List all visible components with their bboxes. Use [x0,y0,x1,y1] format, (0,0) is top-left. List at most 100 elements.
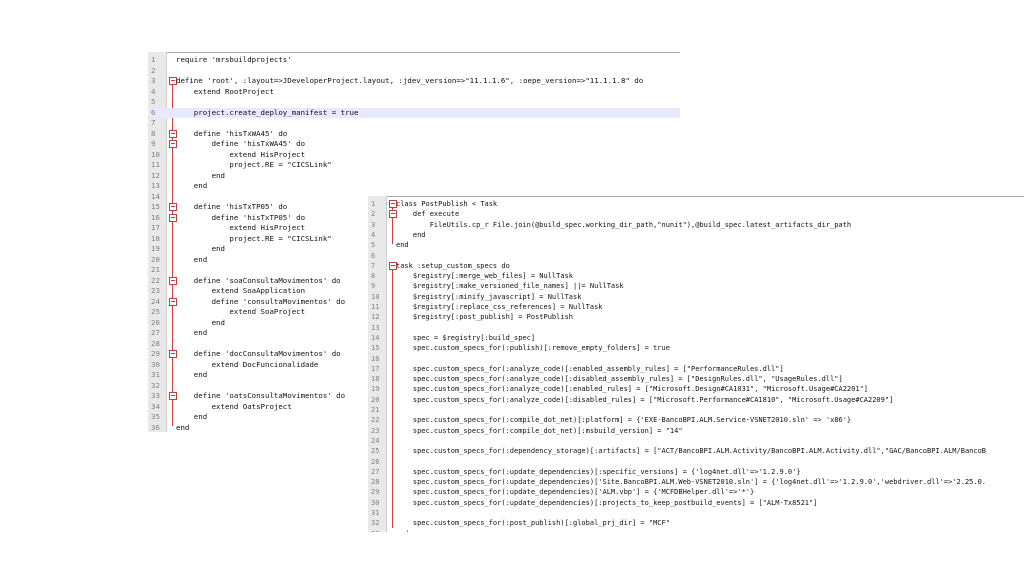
code-text: $registry[:merge_web_files] = NullTask [396,272,574,281]
code-line[interactable]: 15 spec.custom_specs_for(:publish)[:remo… [368,343,1024,353]
code-line[interactable]: 22 spec.custom_specs_for(:compile_dot_ne… [368,415,1024,425]
code-text: extend DocFuncionalidade [176,359,319,369]
line-number: 29 [371,488,380,497]
line-number: 20 [151,254,160,264]
line-number: 2 [151,65,156,75]
code-text: end [176,422,190,432]
code-text: project.RE = "CICSLink" [176,233,332,243]
code-line[interactable]: 10 $registry[:minify_javascript] = NullT… [368,292,1024,302]
code-line[interactable]: 21 [368,405,1024,415]
code-text: project.create_deploy_manifest = true [176,107,359,117]
code-text: define 'consultaMovimentos' do [176,296,346,306]
code-line[interactable]: 9 $registry[:make_versioned_file_names] … [368,281,1024,291]
line-number: 33 [151,391,160,400]
code-text: $registry[:post_publish] = PostPublish [396,313,574,322]
code-text: define 'hisTxWA45' do [176,139,306,148]
code-line[interactable]: 1 require 'mrsbuildprojects' [148,55,680,66]
code-line[interactable]: 19 spec.custom_specs_for(:analyze_code)[… [368,384,1024,394]
line-number: 35 [151,412,160,421]
code-line[interactable]: 5 [148,97,680,108]
code-line[interactable]: 13 end [148,181,680,192]
line-number: 8 [151,128,156,138]
code-line[interactable]: 9 define 'hisTxWA45' do [148,139,680,150]
code-text: end [176,412,208,421]
line-number: 12 [151,170,160,180]
code-line[interactable]: 10 extend HisProject [148,150,680,161]
code-line[interactable]: 5 end [368,240,1024,250]
line-number: 2 [371,210,376,219]
code-line[interactable]: 6 project.create_deploy_manifest = true [148,107,680,118]
line-number: 29 [151,349,160,358]
code-line[interactable]: 7 task :setup_custom_specs do [368,261,1024,271]
code-line[interactable]: 29 spec.custom_specs_for(:update_depende… [368,487,1024,497]
code-text: spec.custom_specs_for(:analyze_code)[:en… [396,385,869,394]
line-number: 23 [371,426,380,435]
code-editor-right[interactable]: 1 class PostPublish < Task 2 def execute 3 … [368,196,1024,532]
code-line[interactable]: 28 spec.custom_specs_for(:update_depende… [368,477,1024,487]
code-line[interactable]: 18 spec.custom_specs_for(:analyze_code)[… [368,374,1024,384]
line-number: 17 [151,223,160,232]
line-number: 17 [371,364,380,373]
code-line[interactable]: 31 [368,508,1024,518]
code-line[interactable]: 11 project.RE = "CICSLink" [148,160,680,171]
code-text: define 'hisTxTP05' do [176,212,306,222]
code-line[interactable]: 3 FileUtils.cp_r File.join(@build_spec.w… [368,220,1024,230]
code-line[interactable]: 27 spec.custom_specs_for(:update_depende… [368,467,1024,477]
line-number: 25 [151,307,160,316]
code-line[interactable]: 17 spec.custom_specs_for(:analyze_code)[… [368,364,1024,374]
code-text: extend OatsProject [176,401,292,411]
code-line[interactable]: 2 def execute [368,209,1024,219]
line-number: 34 [151,401,160,411]
line-number: 24 [151,296,160,306]
code-line[interactable]: 12 $registry[:post_publish] = PostPublis… [368,312,1024,322]
line-number: 6 [371,251,376,260]
code-line[interactable]: 4 extend RootProject [148,87,680,98]
line-number: 5 [151,97,156,106]
code-line[interactable]: 2 [148,66,680,77]
line-number: 16 [151,212,160,222]
line-number: 13 [371,323,380,332]
code-line[interactable]: 11 $registry[:replace_css_references] = … [368,302,1024,312]
code-line[interactable]: 23 spec.custom_specs_for(:compile_dot_ne… [368,426,1024,436]
code-line[interactable]: 8 $registry[:merge_web_files] = NullTask [368,271,1024,281]
line-number: 15 [151,202,160,211]
code-line[interactable]: 16 [368,354,1024,364]
line-number: 13 [151,181,160,190]
line-number: 28 [151,338,160,348]
code-line[interactable]: 1 class PostPublish < Task [368,199,1024,209]
line-number: 4 [371,230,376,239]
line-number: 21 [151,265,160,274]
line-number: 5 [371,241,376,250]
code-line[interactable]: 4 end [368,230,1024,240]
code-text: define 'soaConsultaMovimentos' do [176,275,341,285]
line-number: 9 [371,282,376,291]
code-text: extend SoaProject [176,307,306,316]
code-line[interactable]: 30 spec.custom_specs_for(:update_depende… [368,498,1024,508]
line-number: 8 [371,272,376,281]
code-line[interactable]: 8 define 'hisTxWA45' do [148,129,680,140]
code-line[interactable]: 3 define 'root', :layout=>JDeveloperProje… [148,76,680,87]
code-text: spec.custom_specs_for(:compile_dot_net)[… [396,416,852,425]
code-line[interactable]: 14 spec = $registry[:build_spec] [368,333,1024,343]
code-line[interactable]: 24 [368,436,1024,446]
line-number: 22 [371,416,380,425]
line-number: 30 [371,498,380,507]
code-text: end [176,328,208,337]
code-text: $registry[:minify_javascript] = NullTask [396,292,582,301]
code-text: spec.custom_specs_for(:analyze_code)[:en… [396,364,784,373]
code-line[interactable]: 12 end [148,171,680,182]
code-line[interactable]: 33 end [368,529,1024,532]
line-number: 28 [371,478,380,487]
code-line[interactable]: 6 [368,251,1024,261]
code-text: end [396,241,409,250]
line-number: 18 [371,375,380,384]
code-line[interactable]: 32 spec.custom_specs_for(:post_publish)[… [368,518,1024,528]
code-line[interactable]: 20 spec.custom_specs_for(:analyze_code)[… [368,395,1024,405]
code-line[interactable]: 13 [368,323,1024,333]
line-number: 32 [151,380,160,390]
code-line[interactable]: 25 spec.custom_specs_for(:dependency_sto… [368,446,1024,456]
code-line[interactable]: 7 [148,118,680,129]
line-number: 26 [371,457,380,466]
code-text: extend HisProject [176,223,306,232]
code-line[interactable]: 26 [368,457,1024,467]
